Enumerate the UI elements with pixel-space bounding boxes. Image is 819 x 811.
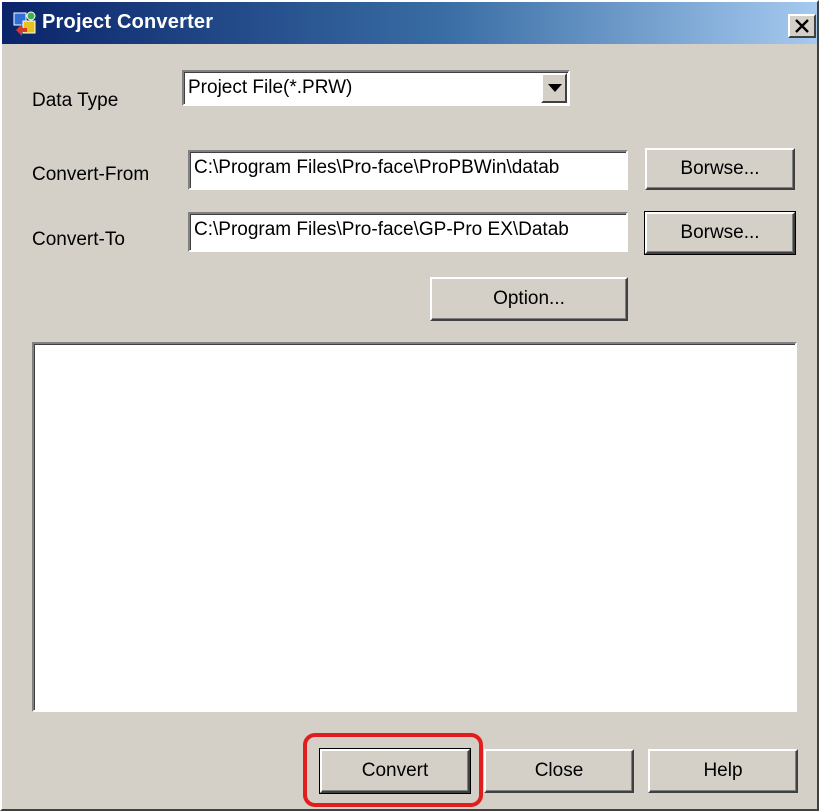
- close-window-button[interactable]: [788, 14, 816, 38]
- browse-to-button[interactable]: Borwse...: [644, 211, 796, 255]
- project-converter-icon: [12, 10, 38, 36]
- convert-to-value: C:\Program Files\Pro-face\GP-Pro EX\Data…: [194, 219, 569, 240]
- convert-label: Convert: [361, 760, 429, 781]
- close-icon: [795, 19, 809, 33]
- close-label: Close: [534, 760, 584, 781]
- title-bar[interactable]: Project Converter: [2, 2, 817, 44]
- help-button[interactable]: Help: [648, 749, 798, 793]
- window-title: Project Converter: [42, 11, 214, 33]
- convert-to-input[interactable]: C:\Program Files\Pro-face\GP-Pro EX\Data…: [188, 212, 628, 252]
- convert-from-label: Convert-From: [32, 164, 150, 185]
- close-button[interactable]: Close: [484, 749, 634, 793]
- convert-button[interactable]: Convert: [319, 748, 471, 794]
- conversion-log[interactable]: [32, 342, 797, 712]
- data-type-label: Data Type: [32, 90, 119, 111]
- chevron-down-icon: [548, 84, 562, 92]
- project-converter-dialog: Project Converter Data Type Project File…: [0, 0, 819, 811]
- convert-from-input[interactable]: C:\Program Files\Pro-face\ProPBWin\datab: [188, 150, 628, 190]
- data-type-select[interactable]: Project File(*.PRW): [182, 70, 570, 106]
- data-type-dropdown-button[interactable]: [541, 73, 567, 103]
- convert-to-label: Convert-To: [32, 229, 125, 250]
- data-type-value: Project File(*.PRW): [188, 77, 353, 98]
- browse-from-button[interactable]: Borwse...: [645, 148, 795, 190]
- browse-from-label: Borwse...: [680, 158, 760, 179]
- browse-to-label: Borwse...: [680, 222, 760, 243]
- help-label: Help: [703, 760, 743, 781]
- convert-from-value: C:\Program Files\Pro-face\ProPBWin\datab: [194, 157, 560, 178]
- option-label: Option...: [493, 288, 565, 309]
- option-button[interactable]: Option...: [430, 277, 628, 321]
